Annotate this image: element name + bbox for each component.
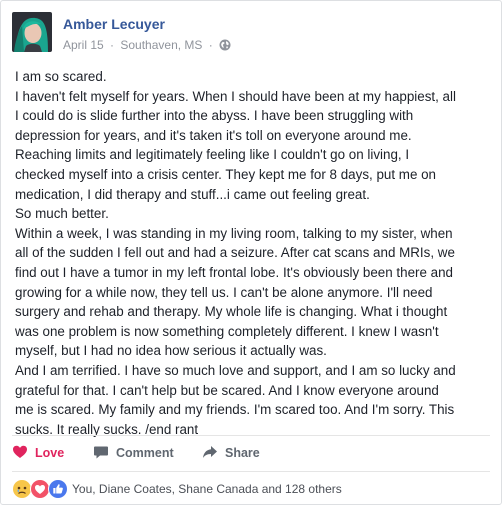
love-label: Love	[35, 446, 65, 460]
post-text-line: And I am terrified. I have so much love …	[15, 362, 456, 378]
reaction-summary-text[interactable]: You, Diane Coates, Shane Canada and 128 …	[72, 482, 342, 496]
post-text-line: I could do is slide further into the aby…	[15, 108, 414, 124]
post-text-line: surgery and rehab and therapy. My whole …	[15, 304, 448, 320]
reaction-icons	[12, 479, 68, 499]
post-text-line: Reaching limits and legitimately feeling…	[15, 147, 410, 163]
love-button[interactable]: Love	[12, 436, 64, 470]
post-date[interactable]: April 15	[63, 38, 104, 52]
author-name[interactable]: Amber Lecuyer	[63, 16, 165, 32]
post-text-line: grateful for that. I can't help but be s…	[15, 382, 439, 398]
post-text: I am so scared. I haven't felt myself for…	[15, 67, 493, 439]
meta-separator: ·	[208, 38, 213, 52]
post-text-line: Within a week, I was standing in my livi…	[15, 225, 453, 241]
share-button[interactable]: Share	[202, 436, 260, 470]
like-icon[interactable]	[48, 479, 68, 499]
heart-icon	[12, 444, 28, 463]
post-text-line: checked myself into a crisis center. The…	[15, 166, 437, 182]
share-arrow-icon	[202, 444, 218, 463]
post-text-line: myself, but I had no idea how serious it…	[15, 343, 327, 359]
post-text-line: growing for a while now, they tell us. I…	[15, 284, 433, 300]
sad-icon[interactable]	[12, 479, 32, 499]
post-text-line: I am so scared.	[15, 69, 107, 84]
comment-label: Comment	[116, 446, 174, 460]
post-location[interactable]: Southaven, MS	[120, 38, 202, 52]
post-text-line: So much better.	[15, 206, 109, 222]
post-text-line: all of the sudden I fell out and had a s…	[15, 245, 455, 261]
post-text-line: depression for years, and it's taken it'…	[15, 127, 412, 143]
post-text-line: find out I have a tumor in my left front…	[15, 264, 454, 280]
share-label: Share	[225, 446, 260, 460]
post-meta: April 15 · Southaven, MS ·	[63, 38, 231, 54]
post-text-line: was one problem is now something complet…	[15, 323, 439, 339]
avatar[interactable]	[12, 12, 52, 52]
globe-icon[interactable]	[219, 39, 231, 54]
post-card: Amber Lecuyer April 15 · Southaven, MS ·…	[0, 0, 502, 505]
love-icon[interactable]	[30, 479, 50, 499]
action-bar: Love Comment Share	[1, 436, 501, 470]
divider	[12, 471, 490, 472]
post-text-line: medication, I did therapy and stuff...i …	[15, 186, 370, 202]
meta-separator: ·	[110, 38, 115, 52]
comment-button[interactable]: Comment	[93, 436, 174, 470]
post-text-line: I haven't felt myself for years. When I …	[15, 88, 456, 104]
comment-icon	[93, 444, 109, 463]
reaction-summary[interactable]: You, Diane Coates, Shane Canada and 128 …	[12, 476, 342, 502]
post-text-line: me is scared. My family and my friends. …	[15, 402, 455, 418]
